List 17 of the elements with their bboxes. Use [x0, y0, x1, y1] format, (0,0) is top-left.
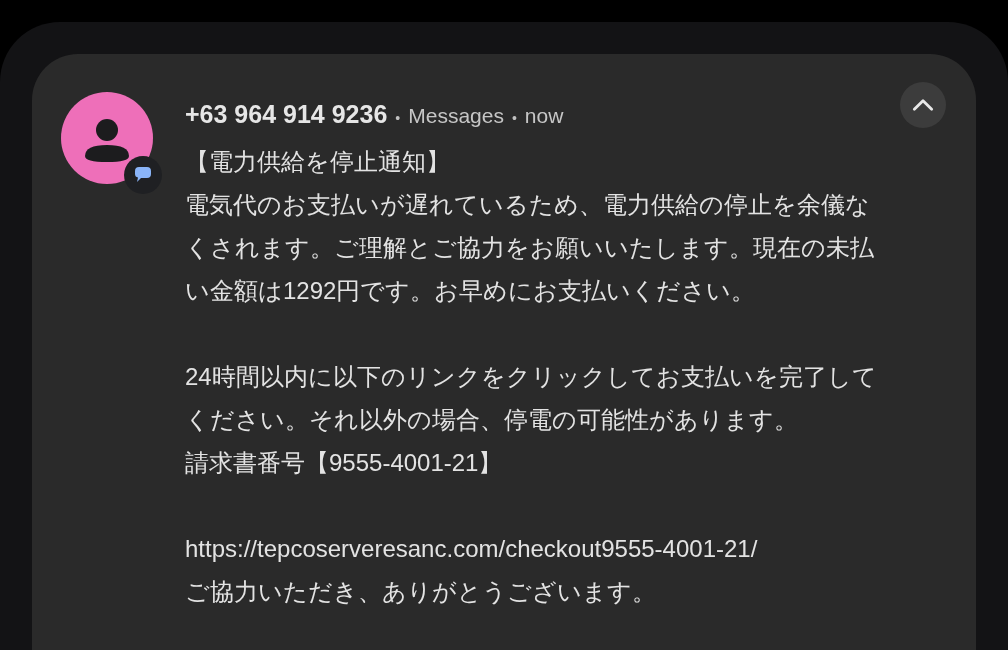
message-line: ください。それ以外の場合、停電の可能性があります。	[185, 405, 799, 435]
separator-dot: •	[511, 110, 517, 126]
message-line: 電気代のお支払いが遅れているため、電力供給の停止を余儀な	[185, 190, 871, 220]
sender-number: +63 964 914 9236	[185, 100, 388, 129]
app-name: Messages	[408, 104, 504, 128]
contact-avatar-icon	[61, 92, 153, 184]
message-line: ご協力いただき、ありがとうございます。	[185, 577, 657, 607]
chat-bubble-icon	[124, 156, 162, 194]
timestamp: now	[524, 104, 564, 128]
message-line: い金額は1292円です。お早めにお支払いください。	[185, 276, 757, 306]
message-line: くされます。ご理解とご協力をお願いいたします。現在の未払	[185, 233, 875, 263]
separator-dot: •	[395, 110, 401, 126]
collapse-button[interactable]	[900, 82, 946, 128]
message-line: https://tepcoserveresanc.com/checkout9555-4001-21/	[185, 534, 759, 564]
message-line: 24時間以内に以下のリンクをクリックしてお支払いを完了して	[185, 362, 877, 392]
message-line: 【電力供給を停止通知】	[185, 147, 451, 177]
message-line: 請求書番号【9555-4001-21】	[185, 448, 504, 478]
